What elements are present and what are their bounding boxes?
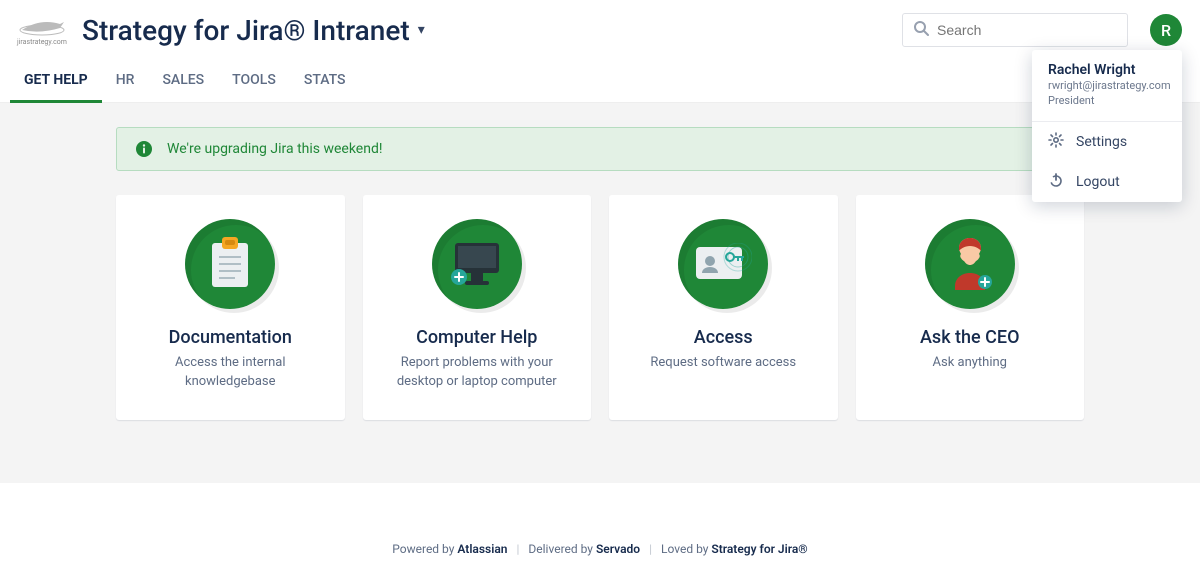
nav-tabs: GET HELP HR SALES TOOLS STATS — [0, 50, 1200, 103]
card-desc: Request software access — [625, 354, 822, 373]
menu-item-label: Settings — [1076, 134, 1127, 150]
user-menu: Rachel Wright rwright@jirastrategy.com P… — [1032, 50, 1182, 202]
card-title: Access — [625, 327, 822, 348]
header: jirastrategy.com Strategy for Jira® Intr… — [0, 0, 1200, 50]
tab-sales[interactable]: SALES — [148, 64, 218, 102]
tab-get-help[interactable]: GET HELP — [10, 64, 102, 103]
footer-link-sfj[interactable]: Strategy for Jira® — [711, 542, 807, 556]
power-icon — [1048, 172, 1064, 192]
card-desc: Ask anything — [872, 354, 1069, 373]
caret-down-icon: ▾ — [418, 22, 425, 38]
info-icon — [135, 140, 153, 158]
announcement-banner: We're upgrading Jira this weekend! — [116, 127, 1084, 171]
logo-caption: jirastrategy.com — [10, 38, 74, 46]
card-documentation[interactable]: Documentation Access the internal knowle… — [116, 195, 345, 420]
monitor-icon — [432, 219, 522, 309]
user-menu-header: Rachel Wright rwright@jirastrategy.com P… — [1032, 50, 1182, 121]
logo-icon: jirastrategy.com — [10, 10, 74, 50]
footer: Powered by Atlassian | Delivered by Serv… — [0, 542, 1200, 556]
banner-text: We're upgrading Jira this weekend! — [167, 141, 382, 157]
user-email: rwright@jirastrategy.com — [1048, 78, 1166, 93]
card-desc: Report problems with your desktop or lap… — [379, 354, 576, 392]
tab-tools[interactable]: TOOLS — [218, 64, 290, 102]
search-input[interactable] — [937, 22, 1117, 38]
card-computer-help[interactable]: Computer Help Report problems with your … — [363, 195, 592, 420]
card-title: Documentation — [132, 327, 329, 348]
user-role: President — [1048, 93, 1166, 108]
content-area: We're upgrading Jira this weekend! Docum… — [0, 103, 1200, 483]
gear-icon — [1048, 132, 1064, 152]
site-title-text: Strategy for Jira® Intranet — [82, 14, 410, 47]
search-icon — [913, 20, 929, 40]
clipboard-icon — [185, 219, 275, 309]
id-card-icon — [678, 219, 768, 309]
cards-row: Documentation Access the internal knowle… — [116, 195, 1084, 420]
menu-item-logout[interactable]: Logout — [1032, 162, 1182, 202]
card-access[interactable]: Access Request software access — [609, 195, 838, 420]
person-icon — [925, 219, 1015, 309]
brand[interactable]: jirastrategy.com Strategy for Jira® Intr… — [10, 10, 425, 50]
search-box[interactable] — [902, 13, 1128, 47]
card-title: Ask the CEO — [872, 327, 1069, 348]
user-name: Rachel Wright — [1048, 62, 1166, 78]
footer-link-atlassian[interactable]: Atlassian — [457, 542, 507, 556]
menu-item-settings[interactable]: Settings — [1032, 122, 1182, 162]
card-title: Computer Help — [379, 327, 576, 348]
card-ask-ceo[interactable]: Ask the CEO Ask anything — [856, 195, 1085, 420]
card-desc: Access the internal knowledgebase — [132, 354, 329, 392]
site-title-dropdown[interactable]: Strategy for Jira® Intranet ▾ — [82, 14, 425, 47]
user-avatar[interactable]: R — [1150, 14, 1182, 46]
tab-hr[interactable]: HR — [102, 64, 149, 102]
tab-stats[interactable]: STATS — [290, 64, 360, 102]
footer-link-servado[interactable]: Servado — [596, 542, 640, 556]
menu-item-label: Logout — [1076, 174, 1120, 190]
